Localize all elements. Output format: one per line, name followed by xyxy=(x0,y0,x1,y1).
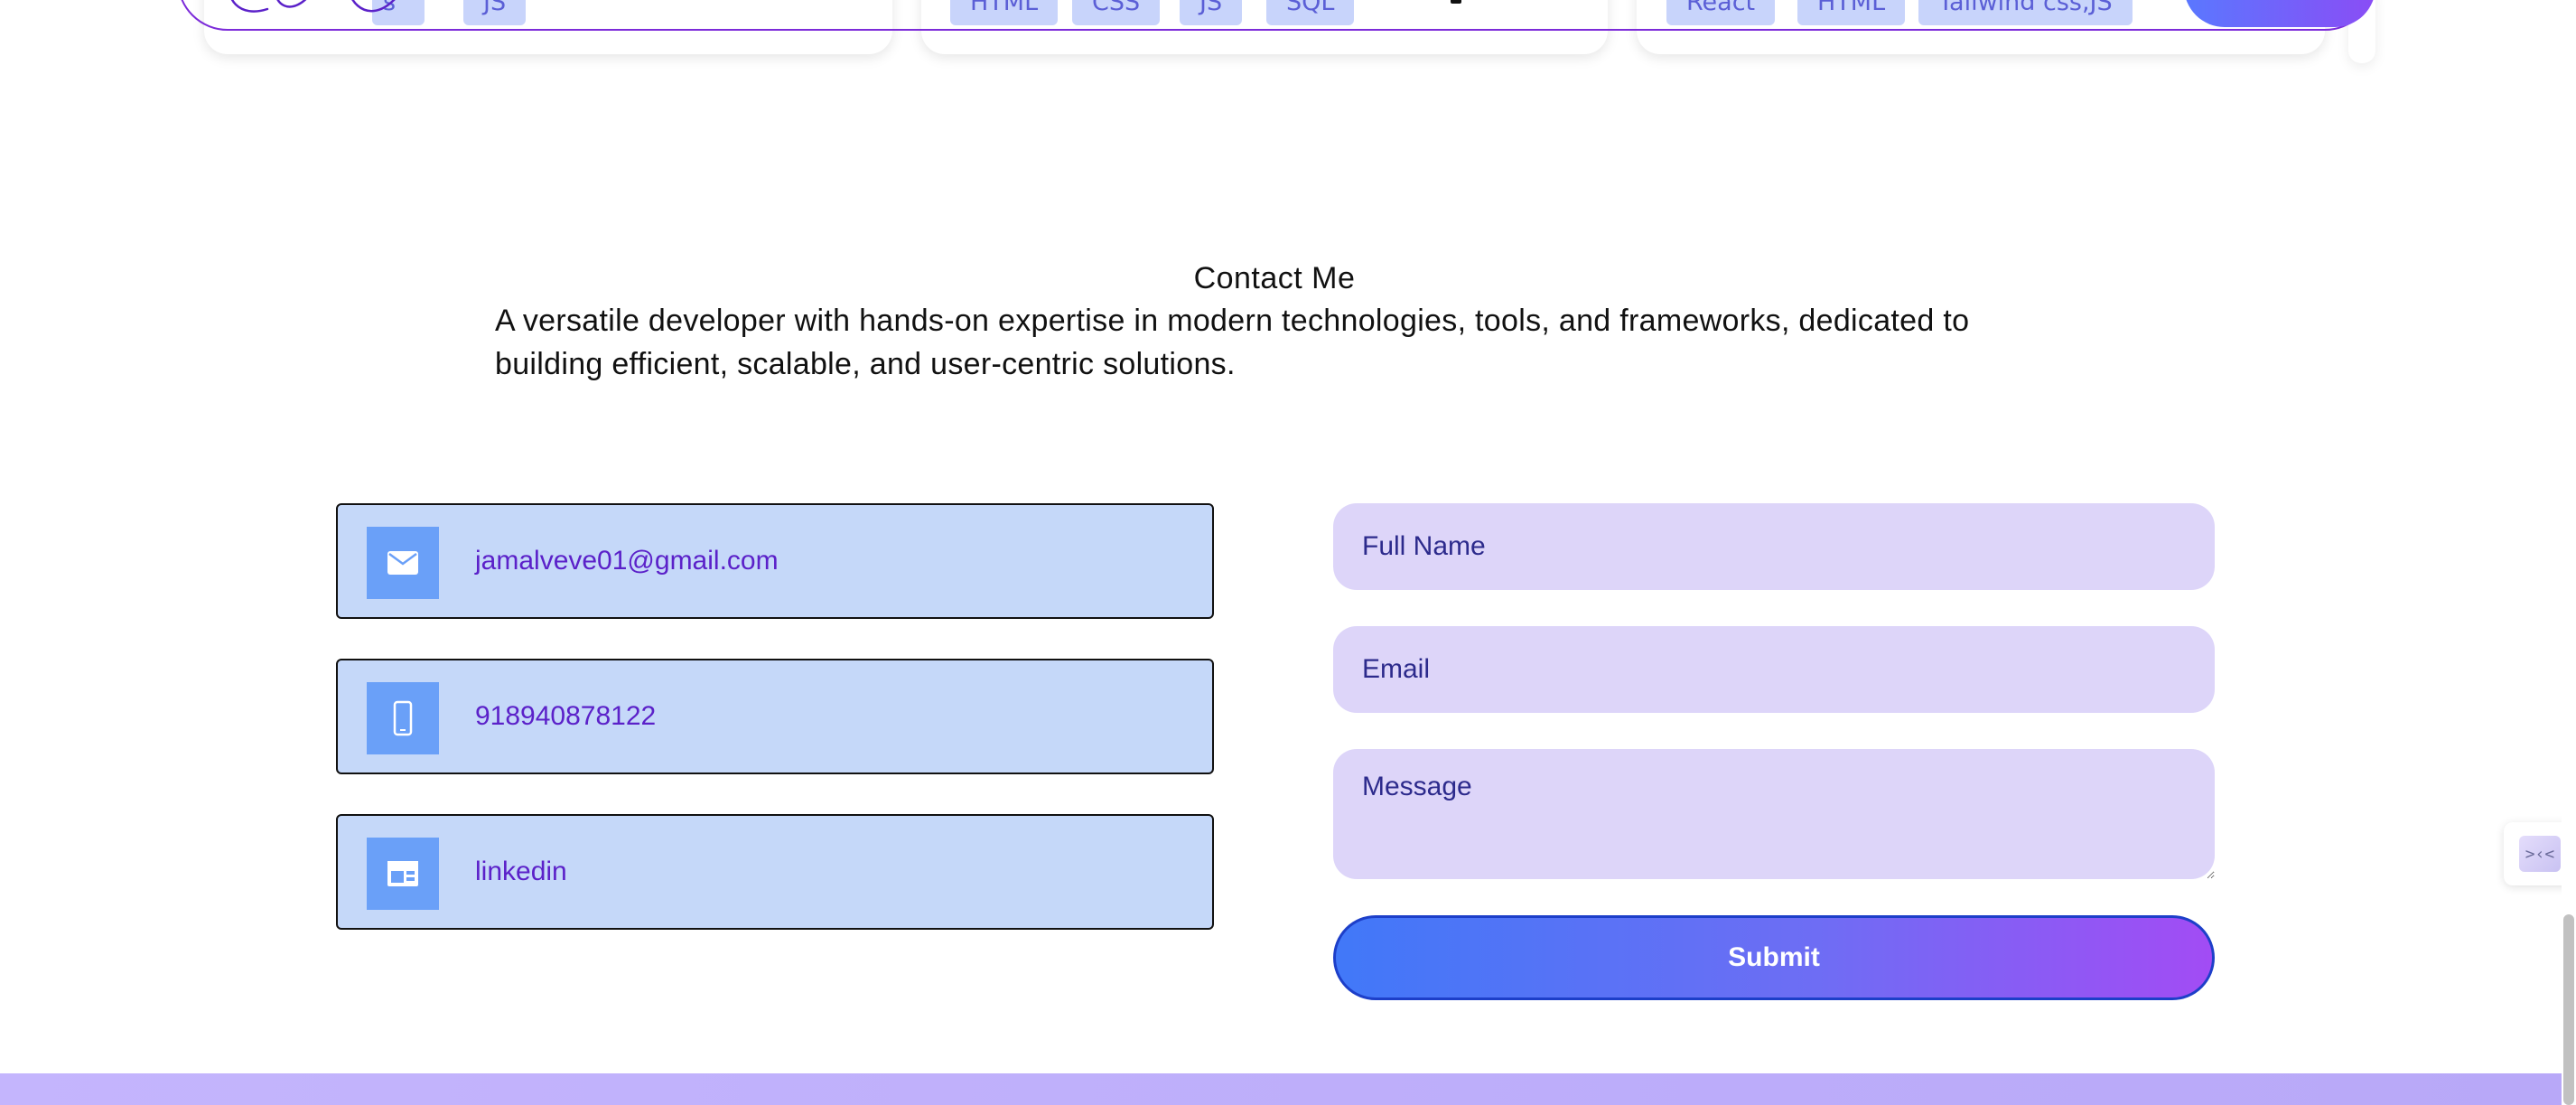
contact-linkedin-text[interactable]: linkedin xyxy=(475,816,567,928)
section-title: Contact Me xyxy=(1193,261,1356,295)
nav-cta-button[interactable] xyxy=(2184,0,2375,27)
navbar xyxy=(177,0,2375,31)
contact-email-card[interactable]: jamalveve01@gmail.com xyxy=(336,503,1214,619)
scrollbar-thumb[interactable] xyxy=(2563,914,2574,1105)
mail-icon xyxy=(367,527,439,599)
message-textarea[interactable] xyxy=(1333,749,2215,879)
linkedin-icon xyxy=(367,838,439,910)
submit-button[interactable]: Submit xyxy=(1333,915,2215,1000)
section-description: A versatile developer with hands-on expe… xyxy=(495,304,1970,381)
signature-logo-icon[interactable] xyxy=(213,0,430,27)
email-input[interactable] xyxy=(1333,626,2215,713)
contact-phone-text[interactable]: 918940878122 xyxy=(475,660,656,773)
contact-phone-card[interactable]: 918940878122 xyxy=(336,659,1214,774)
full-name-input[interactable] xyxy=(1333,503,2215,590)
page: s JS HTML CSS JS SQL React HTML Tailwind… xyxy=(0,0,2576,1105)
footer-band xyxy=(0,1073,2576,1105)
phone-icon xyxy=(367,682,439,754)
scrollbar-track[interactable] xyxy=(2562,0,2576,1105)
nav-link-fragment[interactable] xyxy=(1451,0,1461,4)
contact-linkedin-card[interactable]: linkedin xyxy=(336,814,1214,930)
contact-email-text[interactable]: jamalveve01@gmail.com xyxy=(475,505,779,617)
collapse-icon: >‹< xyxy=(2519,836,2561,872)
